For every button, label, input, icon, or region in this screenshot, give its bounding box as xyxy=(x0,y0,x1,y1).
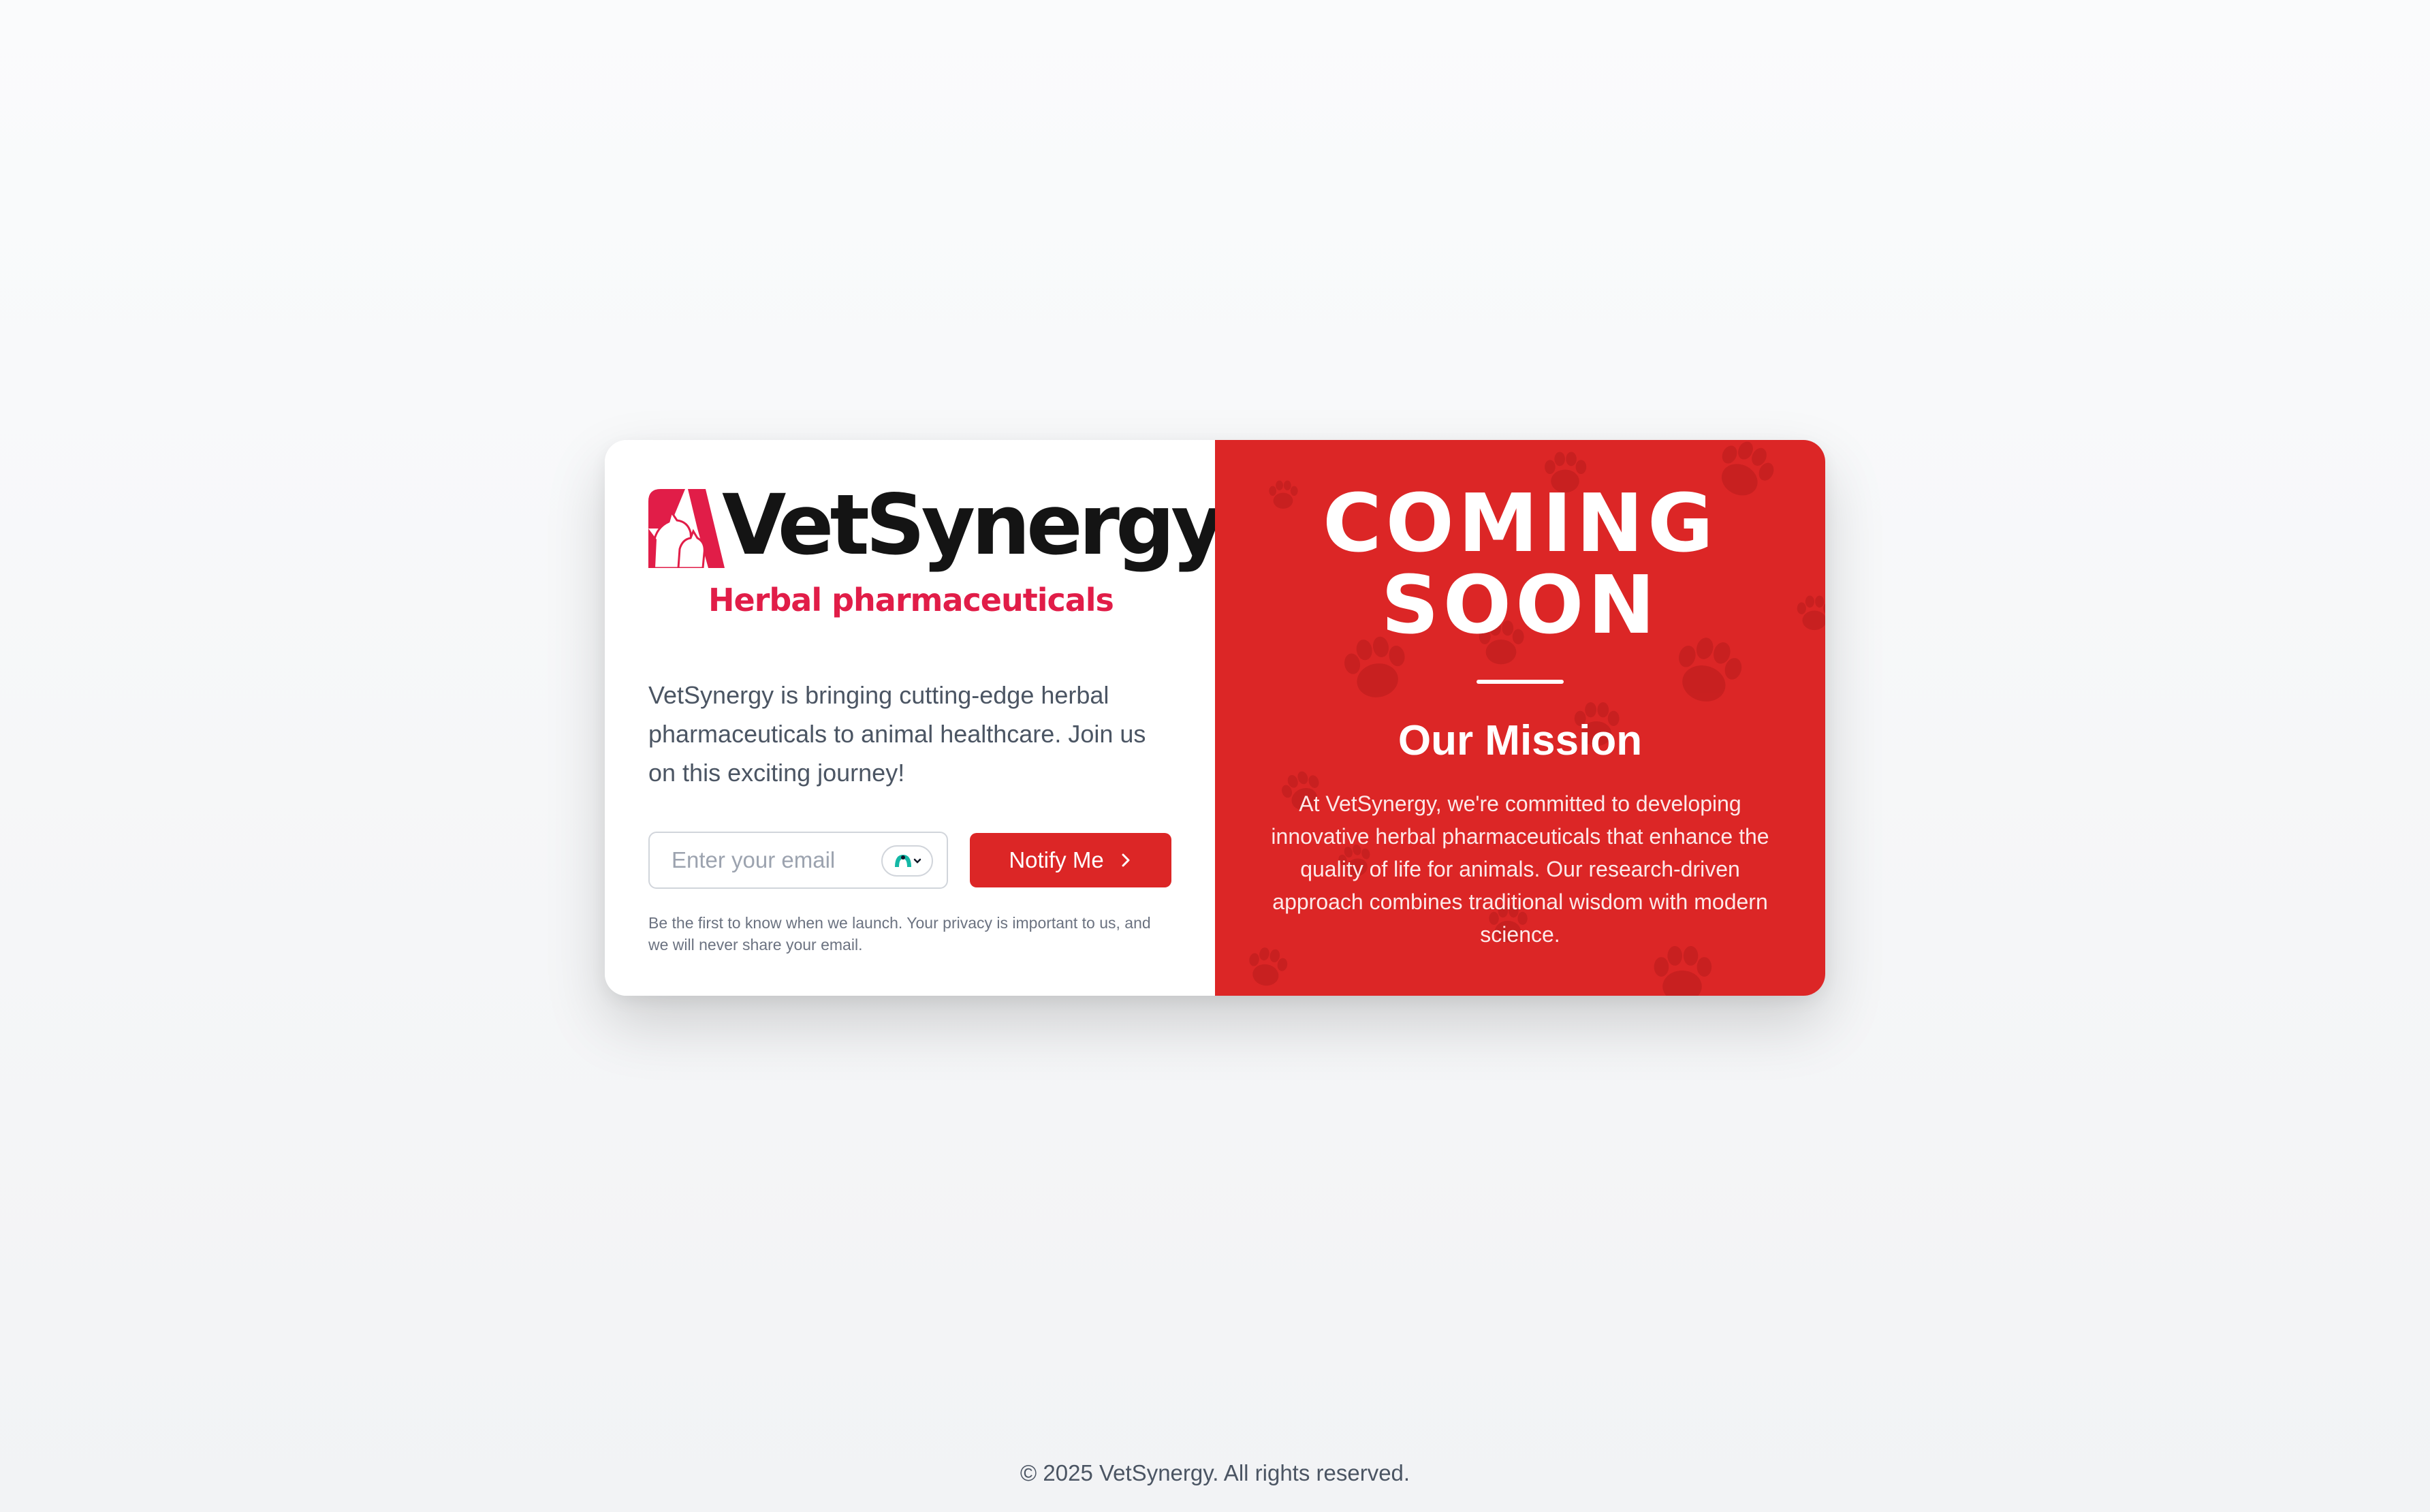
notify-me-button[interactable]: Notify Me xyxy=(970,833,1171,887)
mission-text: At VetSynergy, we're committed to develo… xyxy=(1271,791,1769,947)
chevron-right-icon xyxy=(1119,852,1133,868)
heading-divider xyxy=(1477,680,1564,684)
coming-soon-heading: COMING SOON xyxy=(1323,476,1718,652)
signup-card: VetSynergy Herbal pharmaceuticals VetSyn… xyxy=(605,440,1825,996)
signup-panel: VetSynergy Herbal pharmaceuticals VetSyn… xyxy=(605,440,1225,996)
email-field[interactable] xyxy=(648,832,948,889)
mission-panel: COMING SOON Our Mission At VetSynergy, w… xyxy=(1215,440,1825,996)
brand-logo: VetSynergy Herbal pharmaceuticals xyxy=(648,484,1225,635)
brand-tagline: Herbal pharmaceuticals xyxy=(708,582,1114,618)
password-manager-icon[interactable] xyxy=(881,845,933,877)
email-input[interactable] xyxy=(672,847,876,873)
paw-print-icon xyxy=(1654,946,1712,996)
signup-form: Notify Me xyxy=(648,832,1171,889)
mission-title: Our Mission xyxy=(1398,717,1643,764)
paw-print-icon xyxy=(1245,945,1290,989)
privacy-note: Be the first to know when we launch. You… xyxy=(648,914,1151,954)
brand-wordmark: VetSynergy xyxy=(722,477,1225,573)
notify-me-label: Notify Me xyxy=(1009,847,1104,872)
intro-text: VetSynergy is bringing cutting-edge herb… xyxy=(648,681,1146,787)
footer-copyright: © 2025 VetSynergy. All rights reserved. xyxy=(1020,1460,1410,1485)
